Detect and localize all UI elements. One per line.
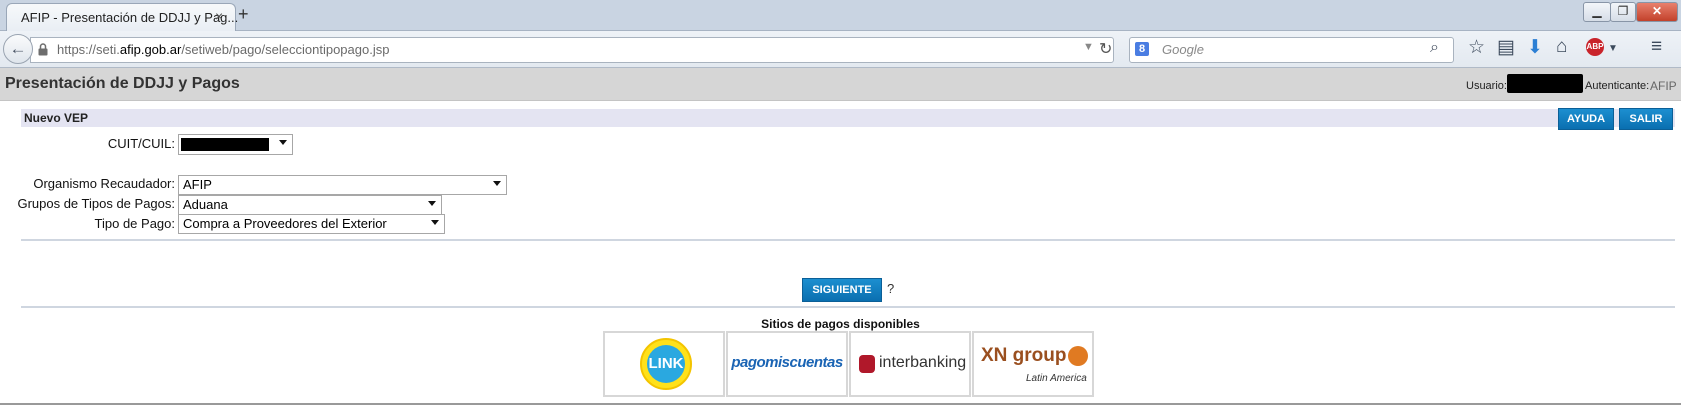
minimize-icon[interactable]: ▁ bbox=[1583, 2, 1611, 22]
home-icon[interactable]: ⌂ bbox=[1556, 36, 1567, 58]
cuit-label: CUIT/CUIL: bbox=[107, 136, 175, 151]
menu-icon[interactable]: ≡ bbox=[1651, 36, 1662, 58]
next-button[interactable]: SIGUIENTE bbox=[802, 278, 882, 302]
new-tab-icon[interactable]: + bbox=[238, 4, 249, 25]
close-tab-icon[interactable]: × bbox=[215, 8, 223, 24]
chevron-down-icon bbox=[428, 201, 436, 206]
grupo-label: Grupos de Tipos de Pagos: bbox=[17, 196, 175, 211]
download-icon[interactable]: ⬇ bbox=[1527, 36, 1543, 59]
org-value: AFIP bbox=[183, 177, 212, 192]
grupo-select[interactable]: Aduana bbox=[178, 195, 442, 215]
google-icon[interactable]: 8 bbox=[1135, 42, 1149, 56]
xn-group-logo-text: XN group bbox=[981, 345, 1067, 366]
user-label: Usuario: bbox=[1466, 80, 1507, 92]
pagomiscuentas-logo-text: pagomiscuentas bbox=[731, 354, 843, 371]
user-redacted bbox=[1507, 74, 1583, 93]
url-domain: afip.gob.ar bbox=[119, 42, 182, 57]
link-logo-text: LINK bbox=[647, 345, 685, 383]
chevron-down-icon bbox=[279, 140, 287, 145]
payment-sites-title: Sitios de pagos disponibles bbox=[761, 317, 920, 331]
exit-button[interactable]: SALIR bbox=[1619, 108, 1673, 130]
xn-group-mark-icon bbox=[1068, 346, 1088, 366]
chevron-down-icon bbox=[431, 220, 439, 225]
maximize-icon[interactable]: ❐ bbox=[1610, 2, 1636, 22]
tipo-value: Compra a Proveedores del Exterior bbox=[183, 216, 387, 231]
section-title: Nuevo VEP bbox=[24, 111, 89, 125]
browser-tab-strip: AFIP - Presentación de DDJJ y Pag... × +… bbox=[0, 0, 1681, 31]
bookmark-star-icon[interactable]: ☆ bbox=[1468, 36, 1485, 59]
org-label: Organismo Recaudador: bbox=[33, 176, 175, 191]
chevron-down-icon bbox=[493, 181, 501, 186]
url-bar[interactable]: https://seti.afip.gob.ar/setiweb/pago/se… bbox=[30, 37, 1114, 63]
interbanking-logo[interactable]: interbanking bbox=[849, 331, 971, 397]
interbanking-logo-text: interbanking bbox=[879, 354, 967, 371]
org-select[interactable]: AFIP bbox=[178, 175, 507, 195]
page-header: Presentación de DDJJ y Pagos Usuario: Au… bbox=[0, 68, 1681, 101]
divider bbox=[21, 239, 1675, 241]
section-bar: Nuevo VEP bbox=[21, 109, 1675, 127]
help-button[interactable]: AYUDA bbox=[1558, 108, 1614, 130]
back-button[interactable]: ← bbox=[3, 34, 33, 64]
search-bar[interactable]: 8 Google ⌕ bbox=[1129, 37, 1454, 63]
url-dropdown-icon[interactable]: ▼ bbox=[1083, 41, 1094, 53]
xn-group-subtitle: Latin America bbox=[1026, 373, 1087, 384]
bookmarks-menu-icon[interactable]: ▤ bbox=[1497, 36, 1515, 59]
tipo-label: Tipo de Pago: bbox=[94, 216, 175, 231]
reload-icon[interactable]: ↻ bbox=[1099, 39, 1112, 59]
url-text: https://seti.afip.gob.ar/setiweb/pago/se… bbox=[57, 42, 390, 57]
divider bbox=[21, 306, 1675, 308]
pagomiscuentas-logo[interactable]: pagomiscuentas bbox=[726, 331, 848, 397]
interbanking-mark-icon bbox=[859, 355, 875, 373]
auth-value: AFIP bbox=[1650, 79, 1677, 93]
adblock-dropdown-icon[interactable]: ▼ bbox=[1608, 43, 1618, 54]
search-icon[interactable]: ⌕ bbox=[1430, 39, 1439, 57]
help-question-link[interactable]: ? bbox=[887, 281, 894, 296]
close-window-icon[interactable]: ✕ bbox=[1636, 2, 1678, 22]
cuit-select[interactable] bbox=[178, 134, 293, 155]
search-input[interactable]: Google bbox=[1162, 42, 1204, 57]
browser-nav-bar: https://seti.afip.gob.ar/setiweb/pago/se… bbox=[0, 31, 1681, 68]
xn-group-logo[interactable]: XN group Latin America bbox=[972, 331, 1094, 397]
cuit-redacted bbox=[181, 138, 269, 151]
lock-icon bbox=[38, 43, 48, 56]
grupo-value: Aduana bbox=[183, 197, 228, 212]
auth-label: Autenticante: bbox=[1585, 80, 1650, 92]
tipo-select[interactable]: Compra a Proveedores del Exterior bbox=[178, 214, 445, 234]
link-logo[interactable]: LINK bbox=[603, 331, 725, 397]
adblock-icon[interactable]: ABP bbox=[1586, 38, 1604, 56]
page-title: Presentación de DDJJ y Pagos bbox=[5, 75, 240, 92]
browser-tab[interactable]: AFIP - Presentación de DDJJ y Pag... × bbox=[6, 3, 239, 31]
tab-title: AFIP - Presentación de DDJJ y Pag... bbox=[21, 10, 239, 25]
